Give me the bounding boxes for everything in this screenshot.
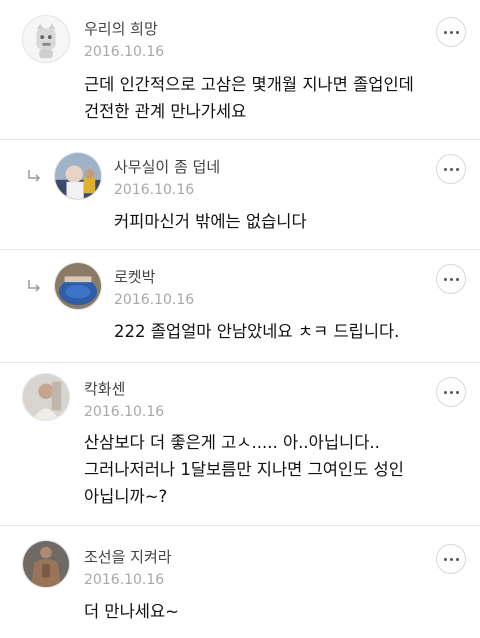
avatar[interactable] — [22, 540, 70, 588]
more-dot — [455, 557, 459, 561]
more-options-icon — [443, 390, 447, 394]
comment-date: 2016.10.16 — [114, 182, 195, 198]
comment-author[interactable]: 로켓박 — [114, 266, 155, 287]
more-dot — [455, 167, 459, 171]
comment-text: 산삼보다 더 좋은게 고ㅅ..... 아..아닙니다.. 그러나저러나 1달보름… — [84, 433, 404, 506]
comment-author[interactable]: 조선을 지켜라 — [84, 546, 172, 567]
more-dot — [449, 390, 453, 394]
more-options-button[interactable] — [436, 544, 466, 574]
avatar[interactable] — [54, 152, 102, 200]
more-dot — [455, 390, 459, 394]
comment-item: 조선을 지켜라 2016.10.16 더 만나세요~ — [0, 526, 480, 638]
more-options-button[interactable] — [436, 264, 466, 294]
avatar[interactable] — [22, 373, 70, 421]
more-options-button[interactable] — [436, 377, 466, 407]
avatar[interactable] — [22, 15, 70, 63]
photo-avatar-icon — [23, 374, 69, 420]
comment-date: 2016.10.16 — [84, 404, 165, 420]
more-options-icon — [443, 30, 447, 34]
more-dot — [455, 277, 459, 281]
photo-avatar-icon — [55, 263, 101, 309]
more-dot — [449, 30, 453, 34]
comment-list: 우리의 희망 2016.10.16 근데 인간적으로 고삼은 몇개월 지나면 졸… — [0, 0, 480, 638]
more-options-button[interactable] — [436, 17, 466, 47]
reply-arrow-icon — [28, 280, 41, 292]
comment-date: 2016.10.16 — [114, 292, 195, 308]
comment-date: 2016.10.16 — [84, 44, 165, 60]
comment-author[interactable]: 우리의 희망 — [84, 18, 158, 39]
more-options-icon — [443, 277, 447, 281]
comment-text: 더 만나세요~ — [84, 602, 179, 621]
comment-author[interactable]: 사무실이 좀 덥네 — [114, 156, 220, 177]
more-options-button[interactable] — [436, 154, 466, 184]
photo-avatar-icon — [23, 541, 69, 587]
avatar[interactable] — [54, 262, 102, 310]
reply-arrow-icon — [28, 170, 41, 182]
more-dot — [449, 557, 453, 561]
photo-avatar-icon — [55, 153, 101, 199]
more-options-icon — [443, 557, 447, 561]
comment-text: 222 졸업얼마 안남았네요 ㅊㅋ 드립니다. — [114, 322, 400, 341]
more-dot — [449, 167, 453, 171]
comment-author[interactable]: 칵화센 — [84, 378, 125, 399]
reply-item: 사무실이 좀 덥네 2016.10.16 커피마신거 밖에는 없습니다 — [0, 140, 480, 250]
reply-item: 로켓박 2016.10.16 222 졸업얼마 안남았네요 ㅊㅋ 드립니다. — [0, 250, 480, 363]
comment-item: 우리의 희망 2016.10.16 근데 인간적으로 고삼은 몇개월 지나면 졸… — [0, 0, 480, 140]
comment-date: 2016.10.16 — [84, 572, 165, 588]
comment-text: 근데 인간적으로 고삼은 몇개월 지나면 졸업인데 건전한 관계 만나가세요 — [84, 75, 414, 121]
more-dot — [455, 30, 459, 34]
comment-text: 커피마신거 밖에는 없습니다 — [114, 212, 307, 231]
more-dot — [449, 277, 453, 281]
comment-item: 칵화센 2016.10.16 산삼보다 더 좋은게 고ㅅ..... 아..아닙니… — [0, 363, 480, 526]
cartoon-dog-avatar-icon — [23, 16, 69, 62]
more-options-icon — [443, 167, 447, 171]
